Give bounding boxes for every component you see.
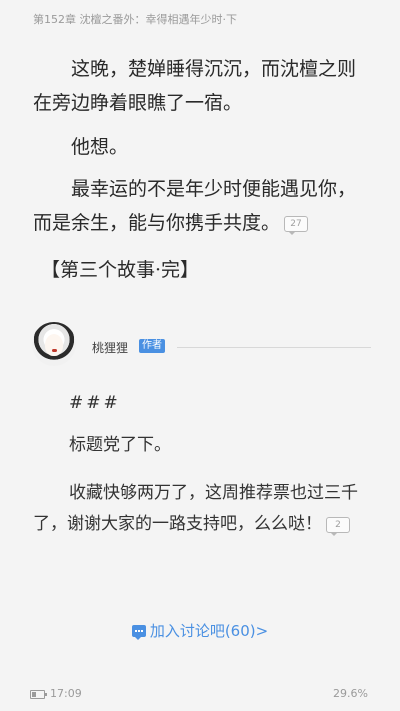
battery-icon (30, 690, 47, 699)
story-paragraph: 最幸运的不是年少时便能遇见你，而是余生，能与你携手共度。 27 (33, 172, 373, 240)
reading-progress: 29.6% (333, 687, 368, 700)
author-note-line: 标题党了下。 (69, 435, 171, 455)
avatar-mouth-icon (52, 349, 57, 352)
story-paragraph: 这晚，楚婵睡得沉沉，而沈檀之则在旁边睁着眼瞧了一宿。 (33, 58, 357, 114)
story-paragraph: 他想。 (71, 136, 129, 158)
author-avatar[interactable] (32, 322, 76, 366)
join-discussion-label: 加入讨论吧(60)> (149, 622, 269, 640)
clock-time: 17:09 (50, 687, 82, 700)
author-note-header: 桃狸狸 作者 (32, 322, 372, 372)
author-note-text: 收藏快够两万了，这周推荐票也过三千了，谢谢大家的一路支持吧，么么哒！ (33, 483, 358, 534)
author-name[interactable]: 桃狸狸 (92, 339, 128, 356)
author-note-line: ### (69, 393, 121, 413)
author-note-comment-bubble[interactable]: 2 (326, 516, 350, 536)
story-end-marker: 【第三个故事·完】 (41, 259, 200, 281)
author-badge: 作者 (139, 339, 165, 353)
chat-icon (131, 624, 146, 640)
chapter-title: 第152章 沈檀之番外：幸得相遇年少时·下 (33, 13, 237, 26)
divider (177, 347, 371, 348)
reader-status-bar: 17:09 29.6% (0, 687, 400, 705)
author-note-line: 收藏快够两万了，这周推荐票也过三千了，谢谢大家的一路支持吧，么么哒！ 2 (33, 478, 373, 540)
paragraph-comment-bubble[interactable]: 27 (284, 216, 309, 235)
avatar-face-icon (45, 334, 63, 356)
join-discussion-button[interactable]: 加入讨论吧(60)> (0, 620, 400, 641)
